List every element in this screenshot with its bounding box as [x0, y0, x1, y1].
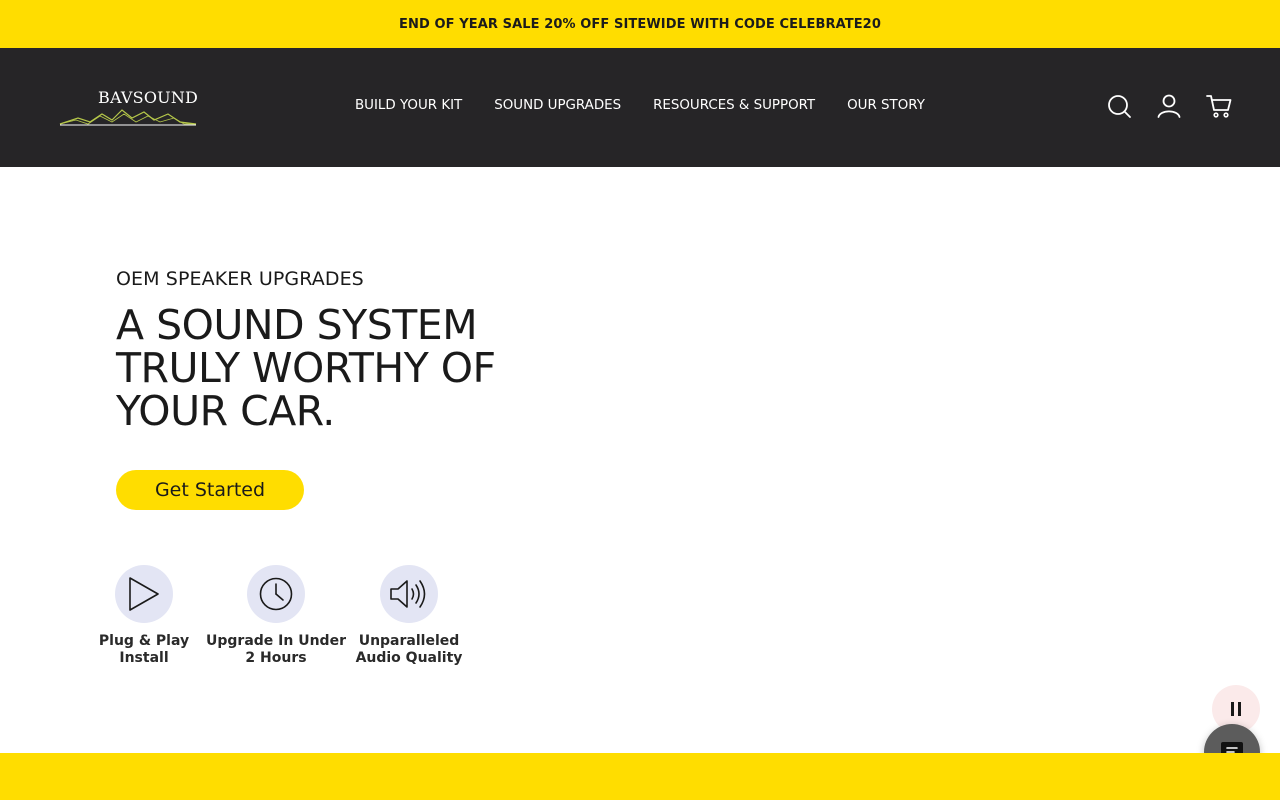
speaker-icon — [390, 580, 426, 608]
feature-label: Unparalleled Audio Quality — [355, 633, 463, 666]
main-nav: BUILD YOUR KIT SOUND UPGRADES RESOURCES … — [355, 98, 925, 113]
nav-sound-upgrades[interactable]: SOUND UPGRADES — [494, 98, 621, 113]
footer-band — [0, 753, 1280, 800]
site-header: BAVSOUND BUILD YOUR KIT SOUND UPGRADES R… — [0, 48, 1280, 167]
search-icon[interactable] — [1106, 93, 1132, 119]
feature-icon-bg — [247, 565, 305, 623]
hero-eyebrow: OEM SPEAKER UPGRADES — [116, 268, 364, 290]
feature-upgrade-time: Upgrade In Under 2 Hours — [206, 565, 346, 667]
promo-text: END OF YEAR SALE 20% OFF SITEWIDE WITH C… — [399, 16, 881, 32]
feature-label: Upgrade In Under 2 Hours — [206, 633, 346, 666]
hero-headline: A SOUND SYSTEM TRULY WORTHY OF YOUR CAR. — [116, 301, 496, 435]
header-actions — [1106, 93, 1232, 119]
nav-our-story[interactable]: OUR STORY — [847, 98, 925, 113]
promo-banner: END OF YEAR SALE 20% OFF SITEWIDE WITH C… — [0, 0, 1280, 48]
nav-build-your-kit[interactable]: BUILD YOUR KIT — [355, 98, 462, 113]
feature-audio-quality: Unparalleled Audio Quality — [339, 565, 479, 667]
account-icon[interactable] — [1156, 93, 1182, 119]
logo-wave-icon — [59, 109, 197, 126]
feature-icon-bg — [115, 565, 173, 623]
pause-icon — [1231, 702, 1241, 716]
feature-icon-bg — [380, 565, 438, 623]
play-icon — [129, 577, 159, 611]
hero-section: OEM SPEAKER UPGRADES A SOUND SYSTEM TRUL… — [116, 268, 596, 433]
feature-label: Plug & Play Install — [98, 633, 190, 666]
cart-icon[interactable] — [1206, 93, 1232, 119]
get-started-button[interactable]: Get Started — [116, 470, 304, 510]
clock-icon — [259, 577, 293, 611]
feature-plug-play: Plug & Play Install — [74, 565, 214, 667]
brand-logo[interactable]: BAVSOUND — [58, 82, 198, 128]
nav-resources-support[interactable]: RESOURCES & SUPPORT — [653, 98, 815, 113]
